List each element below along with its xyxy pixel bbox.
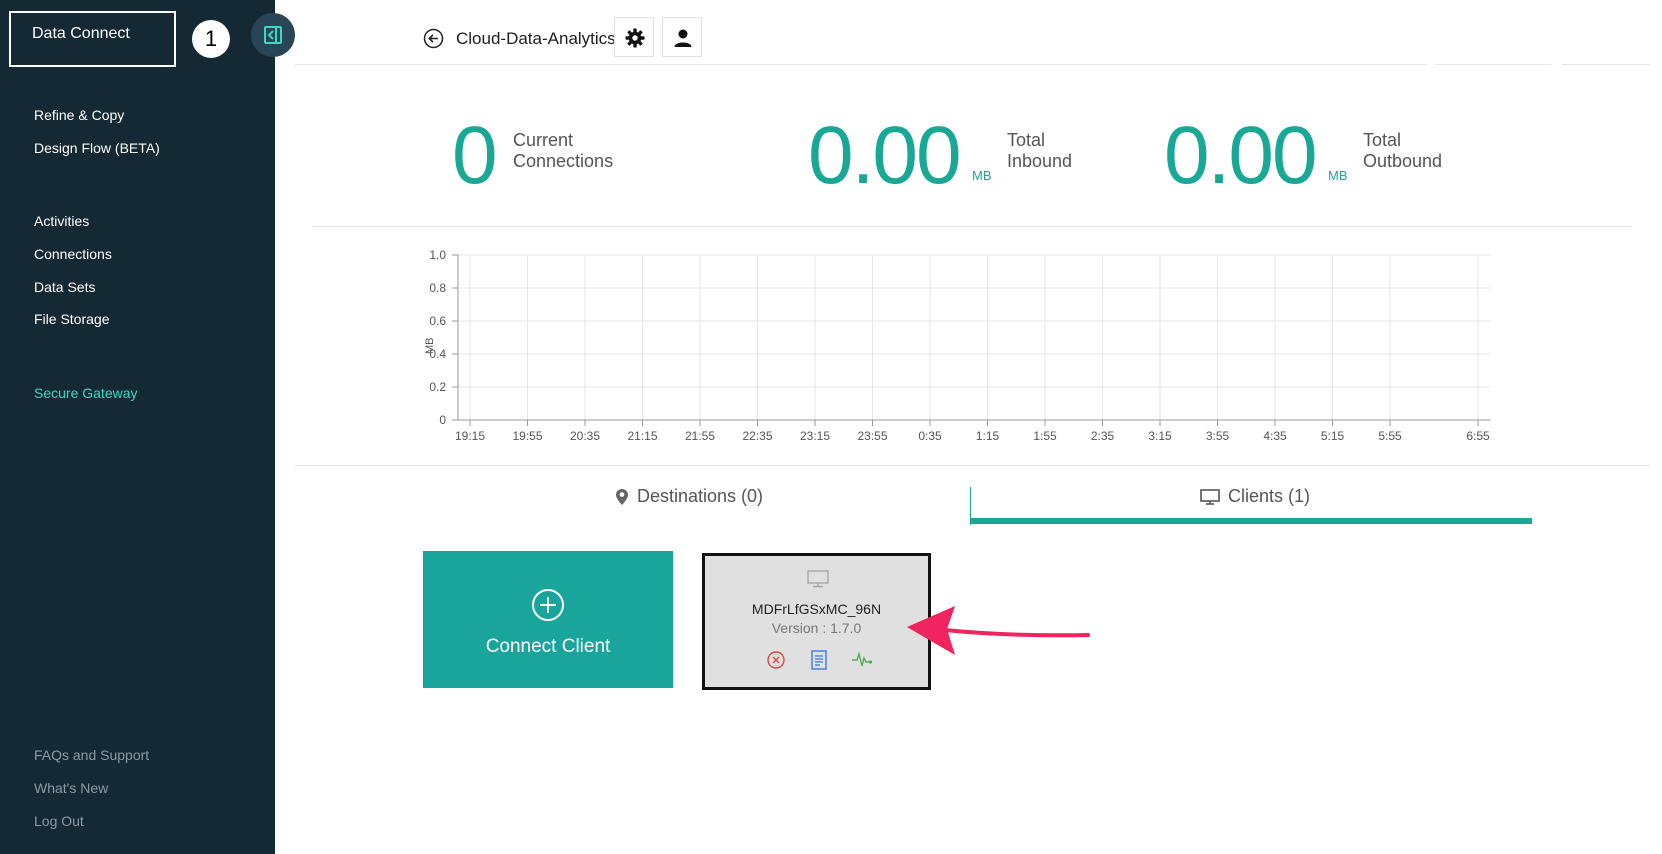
- chart-x-tick-label: 1:55: [1033, 429, 1057, 443]
- current-connections-value: 0: [452, 110, 498, 201]
- chart-x-tick-label: 21:55: [685, 429, 715, 443]
- current-connections-label: Current Connections: [513, 130, 614, 171]
- client-card[interactable]: MDFrLfGSxMC_96N Version : 1.7.0: [702, 553, 931, 690]
- chart-y-tick-label: 1.0: [429, 248, 446, 262]
- chart-x-tick-label: 4:35: [1263, 429, 1287, 443]
- back-button[interactable]: [423, 28, 444, 49]
- brand-box[interactable]: Data Connect: [9, 11, 176, 67]
- arrow-left-circle-icon: [423, 28, 444, 49]
- chart-x-tick-label: 21:15: [627, 429, 657, 443]
- chart-x-tick-label: 5:15: [1321, 429, 1345, 443]
- sidebar-item-faqs-support[interactable]: FAQs and Support: [34, 747, 149, 763]
- chart-x-tick-label: 23:15: [800, 429, 830, 443]
- disconnect-client-button[interactable]: [766, 650, 786, 670]
- header-divider-segment: [1435, 64, 1551, 65]
- chart-x-tick-label: 6:55: [1466, 429, 1490, 443]
- tab-clients[interactable]: Clients (1): [1200, 486, 1310, 507]
- chart-x-tick-label: 20:35: [570, 429, 600, 443]
- chart-x-tick-label: 19:55: [512, 429, 542, 443]
- chart-x-tick-label: 3:55: [1206, 429, 1230, 443]
- gear-icon: [625, 28, 645, 48]
- client-name: MDFrLfGSxMC_96N: [751, 601, 882, 617]
- monitor-icon: [807, 570, 829, 588]
- sidebar-item-refine-copy[interactable]: Refine & Copy: [34, 107, 124, 123]
- app-root: Data Connect 1 Refine & Copy Design Flow…: [0, 0, 1662, 854]
- header-divider: [295, 64, 1427, 65]
- document-icon: [811, 650, 827, 670]
- sidebar-item-file-storage[interactable]: File Storage: [34, 311, 109, 327]
- total-inbound-value: 0.00: [808, 110, 962, 201]
- pulse-icon: [852, 651, 873, 667]
- total-inbound-label: Total Inbound: [1007, 130, 1073, 171]
- traffic-chart: 00.20.40.60.81.0 19:15 19:55 20:35 21:15 21:…: [424, 248, 1490, 443]
- close-circle-icon: [767, 651, 785, 669]
- page-title: Cloud-Data-Analytics: [456, 29, 616, 48]
- chart-y-tick-label: 0: [439, 413, 446, 427]
- user-icon: [674, 29, 692, 47]
- sidebar-item-connections[interactable]: Connections: [34, 246, 112, 262]
- chart-x-tick-label: 5:55: [1378, 429, 1402, 443]
- collapse-sidebar-button[interactable]: [251, 13, 295, 57]
- sidebar-item-whats-new[interactable]: What's New: [34, 780, 108, 796]
- sidebar-item-design-flow[interactable]: Design Flow (BETA): [34, 140, 160, 156]
- active-tab-indicator: [970, 518, 1532, 524]
- sidebar-item-log-out[interactable]: Log Out: [34, 813, 84, 829]
- plus-circle-icon: [532, 589, 564, 621]
- total-outbound-unit: MB: [1328, 168, 1348, 183]
- tab-destinations[interactable]: Destinations (0): [615, 486, 763, 507]
- chart-x-tick-label: 22:35: [742, 429, 772, 443]
- total-outbound-value: 0.00: [1164, 110, 1318, 201]
- annotation-arrow: [907, 606, 1090, 655]
- header-divider-segment: [1562, 64, 1650, 65]
- chart-x-tick-label: 0:35: [918, 429, 942, 443]
- step-number-badge: 1: [192, 20, 230, 58]
- chart-x-tick-label: 3:15: [1148, 429, 1172, 443]
- chart-y-axis-label: MB: [424, 338, 436, 355]
- client-health-button[interactable]: [851, 650, 873, 670]
- chart-x-tick-label: 2:35: [1091, 429, 1115, 443]
- connect-client-label: Connect Client: [485, 636, 611, 657]
- chart-y-tick-label: 0.6: [429, 314, 446, 328]
- settings-button[interactable]: [614, 17, 654, 57]
- total-outbound-label: Total Outbound: [1363, 130, 1443, 171]
- chart-x-tick-label: 1:15: [976, 429, 1000, 443]
- client-version: Version : 1.7.0: [771, 620, 862, 636]
- sidebar-item-secure-gateway[interactable]: Secure Gateway: [34, 385, 138, 401]
- total-inbound-unit: MB: [972, 168, 992, 183]
- collapse-icon: [264, 26, 282, 44]
- user-button[interactable]: [662, 17, 702, 57]
- map-pin-icon: [616, 488, 628, 505]
- client-logs-button[interactable]: [809, 650, 829, 670]
- chart-divider: [295, 465, 1650, 466]
- app-name: Data Connect: [32, 25, 130, 42]
- chart-y-tick-label: 0.8: [429, 281, 446, 295]
- sidebar-item-activities[interactable]: Activities: [34, 213, 89, 229]
- sidebar: Data Connect 1 Refine & Copy Design Flow…: [0, 0, 275, 854]
- stats-divider: [312, 226, 1632, 227]
- monitor-icon: [1200, 488, 1220, 505]
- chart-x-tick-label: 23:55: [857, 429, 887, 443]
- tab-destinations-label: Destinations (0): [637, 486, 764, 506]
- tab-clients-label: Clients (1): [1228, 486, 1311, 506]
- sidebar-item-data-sets[interactable]: Data Sets: [34, 279, 95, 295]
- connect-client-button[interactable]: Connect Client: [423, 551, 673, 688]
- chart-y-tick-label: 0.2: [429, 380, 446, 394]
- chart-x-tick-label: 19:15: [455, 429, 485, 443]
